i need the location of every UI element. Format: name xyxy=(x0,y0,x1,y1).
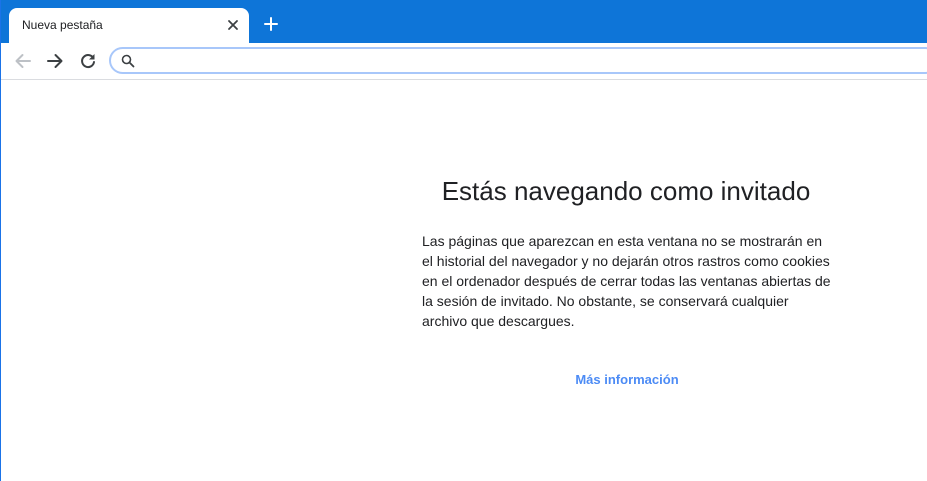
guest-description: Las páginas que aparezcan en esta ventan… xyxy=(422,233,831,329)
arrow-right-icon[interactable] xyxy=(45,51,65,71)
tab-title: Nueva pestaña xyxy=(22,18,103,32)
browser-window: Nueva pestaña Estás navegando como invit… xyxy=(0,0,927,481)
learn-more-link[interactable]: Más información xyxy=(567,372,687,387)
arrow-left-icon[interactable] xyxy=(13,51,33,71)
close-icon[interactable] xyxy=(226,18,240,32)
plus-icon[interactable] xyxy=(262,15,280,33)
address-input[interactable] xyxy=(141,51,925,72)
page-title: Estás navegando como invitado xyxy=(441,176,811,206)
tab-nueva-pestana[interactable]: Nueva pestaña xyxy=(9,8,249,43)
omnibox[interactable] xyxy=(109,47,927,74)
toolbar xyxy=(1,43,927,80)
reload-icon[interactable] xyxy=(78,51,98,71)
guest-page: Estás navegando como invitado Las página… xyxy=(1,80,927,481)
search-icon xyxy=(121,54,135,68)
tab-strip: Nueva pestaña xyxy=(1,0,927,43)
